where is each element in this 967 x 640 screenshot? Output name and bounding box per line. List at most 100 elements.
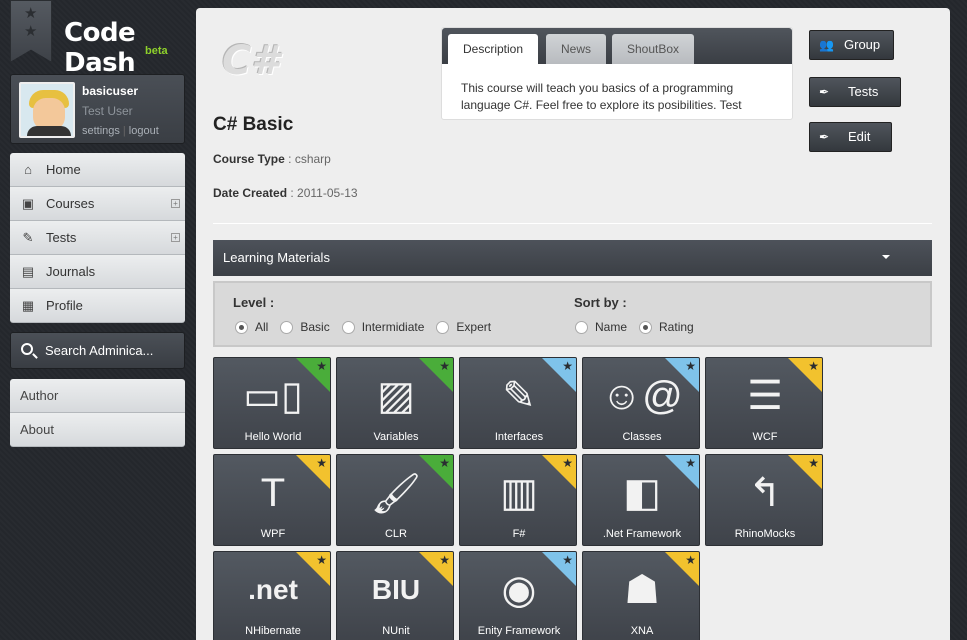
- material-label: Interfaces: [494, 431, 544, 443]
- material-label: .Net Framework: [602, 528, 682, 540]
- secondary-nav: Author About: [10, 379, 185, 447]
- material-label: Enity Framework: [477, 625, 561, 637]
- material-label: WPF: [260, 528, 286, 540]
- material-tile[interactable]: ★ BIU NUnit: [336, 551, 454, 640]
- list-icon: ☰: [747, 374, 783, 418]
- course-description: This course will teach you basics of a p…: [461, 81, 742, 112]
- material-tile[interactable]: ★ 🖌 CLR: [336, 454, 454, 546]
- radio-dot[interactable]: [436, 320, 450, 334]
- course-type: Course Type : csharp: [213, 152, 331, 166]
- caret-down-icon[interactable]: [882, 255, 890, 259]
- nav-item-tests[interactable]: ✎ Tests +: [10, 221, 185, 255]
- android-icon: ☗: [624, 568, 660, 612]
- devices-icon: ▭▯: [243, 374, 303, 418]
- material-tile[interactable]: ★ ◉ Enity Framework: [459, 551, 577, 640]
- material-label: Classes: [622, 431, 662, 443]
- material-tile[interactable]: ★ ▨ Variables: [336, 357, 454, 449]
- search-placeholder: Search Adminica...: [45, 343, 154, 358]
- logout-link[interactable]: logout: [129, 125, 159, 137]
- user-panel: basicuser Test User settings | logout: [10, 74, 185, 144]
- material-label: Variables: [373, 431, 419, 443]
- level-radio-intermidiate[interactable]: Intermidiate: [341, 320, 424, 334]
- material-tile[interactable]: ★ ☺@ Classes: [582, 357, 700, 449]
- tab-description[interactable]: Description: [448, 34, 539, 64]
- level-radio-all[interactable]: All: [235, 320, 268, 334]
- sort-radio-name[interactable]: Name: [575, 320, 627, 334]
- radio-dot[interactable]: [280, 320, 294, 334]
- nav-item-courses[interactable]: ▣ Courses +: [10, 187, 185, 221]
- material-label: CLR: [384, 528, 407, 540]
- nav-item-home[interactable]: ⌂ Home: [10, 153, 185, 187]
- group-button[interactable]: 👥 Group: [809, 30, 894, 60]
- material-tile[interactable]: ★ ☰ WCF: [705, 357, 823, 449]
- arrow-up-left-icon: ↰: [748, 471, 782, 515]
- main-nav: ⌂ Home ▣ Courses + ✎ Tests + ▤ Journals …: [10, 153, 185, 323]
- sort-label: Sort by :: [574, 295, 627, 310]
- material-tile[interactable]: ★ .net NHibernate: [213, 551, 331, 640]
- nav-item-author[interactable]: Author: [10, 379, 185, 413]
- tests-icon: ✎: [22, 230, 34, 245]
- material-label: Hello World: [244, 431, 302, 443]
- level-radio-expert[interactable]: Expert: [436, 320, 491, 334]
- material-tile[interactable]: ★ ▥ F#: [459, 454, 577, 546]
- ribbon-badge: ★ ★: [10, 0, 52, 62]
- avatar[interactable]: [19, 82, 75, 138]
- expand-icon[interactable]: +: [171, 199, 180, 208]
- journals-icon: ▤: [21, 264, 35, 279]
- learning-materials-header: Learning Materials: [213, 240, 932, 276]
- map-icon: ▥: [500, 471, 538, 515]
- material-tile[interactable]: ★ ✎ Interfaces: [459, 357, 577, 449]
- tab-shoutbox[interactable]: ShoutBox: [612, 34, 695, 64]
- radio-dot[interactable]: [575, 320, 588, 334]
- profile-icon: ▦: [21, 298, 35, 313]
- courses-icon: ▣: [21, 196, 35, 211]
- search-icon: [21, 343, 33, 355]
- nav-label: Home: [46, 162, 81, 177]
- nav-item-profile[interactable]: ▦ Profile: [10, 289, 185, 323]
- date-created: Date Created : 2011-05-13: [213, 186, 358, 200]
- search-input[interactable]: Search Adminica...: [10, 332, 185, 369]
- username: basicuser: [82, 84, 139, 98]
- radio-dot[interactable]: [341, 320, 355, 334]
- course-tabs: Description News ShoutBox This course wi…: [441, 27, 793, 120]
- material-tile[interactable]: ★ ◧ .Net Framework: [582, 454, 700, 546]
- tab-news[interactable]: News: [546, 34, 607, 64]
- settings-link[interactable]: settings: [82, 125, 120, 137]
- nav-label: Journals: [46, 264, 96, 279]
- app-logo[interactable]: Code Dash: [64, 18, 196, 78]
- star-icon: ★: [24, 5, 38, 22]
- course-logo: C#: [222, 38, 280, 84]
- level-label: Level :: [233, 295, 275, 310]
- material-label: RhinoMocks: [734, 528, 796, 540]
- nav-item-about[interactable]: About: [10, 413, 185, 447]
- group-icon: 👥: [819, 38, 834, 52]
- level-radio-basic[interactable]: Basic: [280, 320, 330, 334]
- user-full-name: Test User: [82, 104, 133, 118]
- radio-dot[interactable]: [639, 320, 653, 334]
- material-tile[interactable]: ★ ↰ RhinoMocks: [705, 454, 823, 546]
- material-label: WCF: [752, 431, 778, 443]
- nav-item-journals[interactable]: ▤ Journals: [10, 255, 185, 289]
- radio-dot[interactable]: [235, 320, 248, 334]
- main-panel: C# C# Basic Course Type : csharp Date Cr…: [196, 8, 950, 640]
- page-title: C# Basic: [213, 114, 294, 135]
- edit-button[interactable]: ✒ Edit: [809, 122, 892, 152]
- tests-button[interactable]: ✒ Tests: [809, 77, 901, 107]
- pen-icon: ✒: [819, 85, 830, 99]
- expand-icon[interactable]: +: [171, 233, 180, 242]
- sidebar: ★ ★ Code Dash beta basicuser Test User s…: [0, 0, 196, 640]
- nav-label: Courses: [46, 196, 95, 211]
- material-tile[interactable]: ★ ▭▯ Hello World: [213, 357, 331, 449]
- section-title: Learning Materials: [223, 250, 330, 265]
- material-tile[interactable]: ★ ☗ XNA: [582, 551, 700, 640]
- pen-icon: ✒: [819, 130, 830, 144]
- image-icon: ▨: [377, 374, 415, 418]
- home-icon: ⌂: [24, 162, 32, 177]
- material-tile[interactable]: ★ T WPF: [213, 454, 331, 546]
- sort-radio-rating[interactable]: Rating: [639, 320, 694, 334]
- material-label: NHibernate: [245, 625, 301, 637]
- star-icon: ★: [24, 23, 38, 40]
- sort-options: Name Rating: [575, 320, 706, 334]
- level-options: All Basic Intermidiate Expert: [235, 320, 503, 334]
- beta-badge: beta: [145, 45, 168, 57]
